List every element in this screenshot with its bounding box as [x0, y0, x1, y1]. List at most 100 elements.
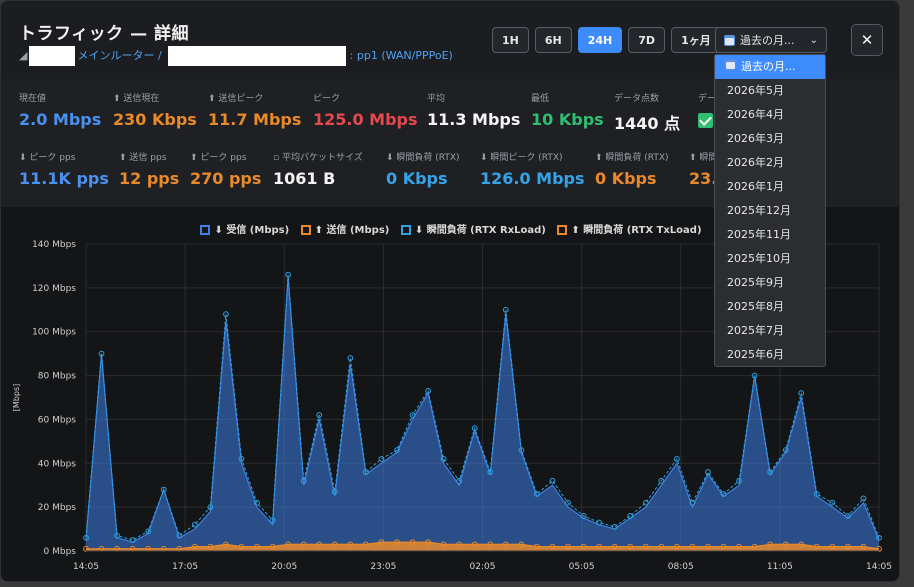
stat-value: 10 Kbps	[531, 110, 604, 129]
stat-value: 11.7 Mbps	[208, 110, 302, 129]
month-option[interactable]: 2025年12月	[715, 199, 825, 223]
stat-label: ⬇ 瞬間負荷 (RTX)	[386, 153, 460, 163]
stat-stats_row1-1: ⬆ 送信現在 230 Kbps	[113, 91, 197, 129]
stat-label: データ点数	[614, 94, 660, 104]
chevron-down-icon: ⌄	[809, 34, 818, 46]
month-option[interactable]: 2026年5月	[715, 79, 825, 103]
month-option[interactable]: 2025年7月	[715, 319, 825, 343]
range-6h-button[interactable]: 6H	[534, 27, 572, 53]
range-24h-button[interactable]: 24H	[577, 27, 623, 53]
x-tick-label: 08:05	[668, 562, 694, 572]
y-tick-label: 140 Mbps	[32, 240, 76, 250]
month-option[interactable]: 2025年8月	[715, 295, 825, 319]
month-option-label: 2025年6月	[727, 348, 784, 361]
x-tick-label: 02:05	[470, 562, 496, 572]
stat-label: ⬆ 送信 pps	[119, 153, 167, 163]
month-option[interactable]: 2026年4月	[715, 103, 825, 127]
month-option-label: 2026年5月	[727, 84, 784, 97]
stat-label: ⬇ ピーク pps	[19, 153, 76, 163]
x-tick-label: 17:05	[172, 562, 198, 572]
past-month-selected: 過去の月...	[740, 34, 795, 47]
y-tick-label: 100 Mbps	[32, 328, 76, 338]
stat-value: 126.0 Mbps	[480, 169, 585, 188]
y-tick-label: 40 Mbps	[38, 459, 77, 469]
x-tick-label: 14:05	[866, 562, 892, 572]
stat-value: 1061 B	[273, 169, 336, 188]
stat-label: ⬆ 送信ピーク	[208, 94, 264, 104]
interface-name: : pp1 (WAN/PPPoE)	[349, 49, 453, 62]
series-rtx-rx-point	[191, 521, 198, 528]
month-option-label: 2025年11月	[727, 228, 791, 241]
range-7d-button[interactable]: 7D	[628, 27, 666, 53]
stat-label: 最低	[531, 94, 550, 104]
x-tick-label: 20:05	[271, 562, 297, 572]
stat-stats_row2-4: ⬇ 瞬間負荷 (RTX) 0 Kbps	[386, 150, 460, 188]
series-rtx-rx-point	[642, 499, 649, 506]
stat-value: 0 Kbps	[386, 169, 448, 188]
calendar-icon	[724, 34, 735, 46]
stat-label: 現在値	[19, 94, 47, 104]
stat-stats_row1-3: ピーク 125.0 Mbps	[313, 91, 418, 129]
past-month-dropdown: 過去の月... 2026年5月 2026年4月 2026年3月 2026年2月 2026年…	[714, 54, 826, 367]
stat-value: 11.1K pps	[19, 169, 109, 188]
x-tick-label: 05:05	[569, 562, 595, 572]
calendar-icon	[725, 59, 736, 70]
month-option-label: 2026年1月	[727, 180, 784, 193]
stat-stats_row2-0: ⬇ ピーク pps 11.1K pps	[19, 150, 109, 188]
range-1month-button[interactable]: 1ヶ月	[671, 27, 721, 53]
series-rtx-rx-point	[860, 495, 867, 502]
month-option-label: 2026年2月	[727, 156, 784, 169]
series-rtx-rx-point	[549, 477, 556, 484]
month-option[interactable]: 2025年11月	[715, 223, 825, 247]
stat-value: 1440 点	[614, 114, 681, 133]
stat-label: ⬆ 瞬間負荷 (RTX)	[595, 153, 669, 163]
month-option[interactable]: 2025年9月	[715, 271, 825, 295]
stat-value: 270 pps	[190, 169, 262, 188]
stat-stats_row2-1: ⬆ 送信 pps 12 pps	[119, 150, 179, 188]
stat-label: ピーク	[313, 94, 341, 104]
month-option-label: 2025年12月	[727, 204, 791, 217]
stat-stats_row2-6: ⬆ 瞬間負荷 (RTX) 0 Kbps	[595, 150, 669, 188]
past-month-select[interactable]: 過去の月... ⌄	[715, 27, 827, 53]
stat-stats_row1-0: 現在値 2.0 Mbps	[19, 91, 101, 129]
month-option[interactable]: 2026年1月	[715, 175, 825, 199]
stat-label: 平均	[427, 94, 446, 104]
redacted-block	[29, 46, 76, 66]
stat-label: ⬇ 瞬間ピーク (RTX)	[480, 153, 563, 163]
month-option[interactable]: 2025年6月	[715, 343, 825, 367]
stat-stats_row2-2: ⬆ ピーク pps 270 pps	[190, 150, 261, 188]
redacted-block	[167, 46, 346, 66]
modal-title: トラフィック — 詳細	[19, 24, 189, 44]
range-buttons: 1H 6H 24H 7D 1ヶ月	[492, 27, 721, 53]
stat-value: 230 Kbps	[113, 110, 197, 129]
month-option-label: 2025年10月	[727, 252, 791, 265]
stat-label: ▫ 平均パケットサイズ	[273, 153, 363, 163]
stat-label: ⬆ 送信現在	[113, 94, 160, 104]
y-tick-label: 80 Mbps	[38, 372, 77, 382]
y-axis-label: [Mbps]	[12, 384, 21, 411]
interface-subtitle: ◢ メインルーター / : pp1 (WAN/PPPoE)	[19, 46, 453, 66]
month-option-label: 2026年3月	[727, 132, 784, 145]
month-option[interactable]: 過去の月...	[715, 55, 825, 79]
month-option[interactable]: 2026年3月	[715, 127, 825, 151]
stat-stats_row2-5: ⬇ 瞬間ピーク (RTX) 126.0 Mbps	[480, 150, 585, 188]
stat-stats_row1-2: ⬆ 送信ピーク 11.7 Mbps	[208, 91, 301, 129]
y-tick-label: 60 Mbps	[38, 415, 77, 425]
x-tick-label: 11:05	[767, 562, 793, 572]
stat-label: ⬆ ピーク pps	[190, 153, 247, 163]
month-option-label: 2025年9月	[727, 276, 784, 289]
month-option-label: 過去の月...	[741, 60, 796, 73]
router-icon: ◢	[19, 49, 28, 62]
close-button[interactable]: ✕	[851, 24, 883, 56]
month-option[interactable]: 2025年10月	[715, 247, 825, 271]
stat-stats_row1-4: 平均 11.3 Mbps	[427, 91, 520, 129]
stat-stats_row1-6: データ点数 1440 点	[614, 91, 680, 134]
range-1h-button[interactable]: 1H	[492, 27, 529, 53]
x-tick-label: 14:05	[73, 562, 99, 572]
y-tick-label: 120 Mbps	[32, 284, 76, 294]
stat-value: 0 Kbps	[595, 169, 657, 188]
month-option[interactable]: 2026年2月	[715, 151, 825, 175]
stat-value: 125.0 Mbps	[313, 110, 418, 129]
y-tick-label: 0 Mbps	[44, 547, 77, 557]
device-name[interactable]: メインルーター /	[77, 49, 161, 62]
